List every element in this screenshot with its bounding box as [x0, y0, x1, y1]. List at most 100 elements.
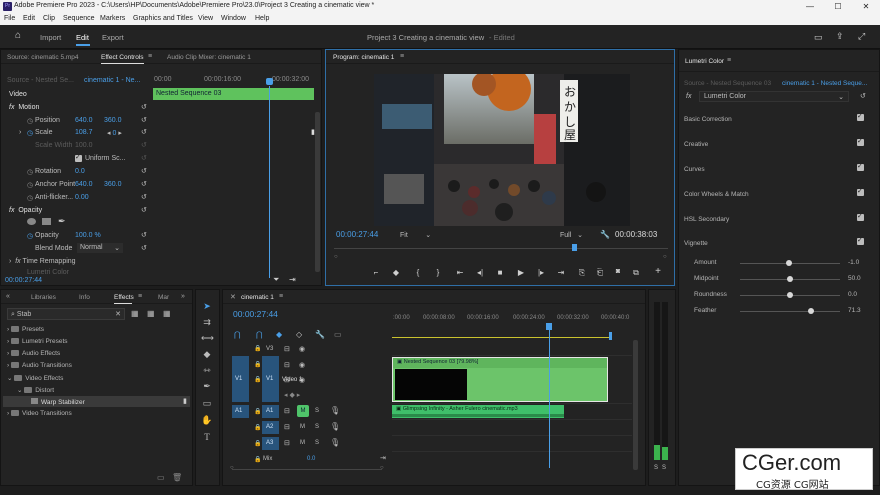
trash-icon[interactable]: 🗑 [172, 473, 182, 482]
add-button-icon[interactable]: + [652, 266, 664, 277]
menu-markers[interactable]: Markers [100, 15, 125, 22]
hsl-secondary-checkbox[interactable] [857, 212, 864, 221]
mark-in-button[interactable]: ⌐ [370, 268, 382, 277]
audio-clip[interactable]: ▣ Glimpsing Infinity - Asher Fulero cine… [392, 405, 564, 418]
microphone-icon[interactable]: 🎙 [330, 406, 340, 415]
zoom-handle-right-icon[interactable]: ○ [380, 465, 384, 471]
program-playhead[interactable] [572, 244, 577, 251]
lumetri-sequence-label[interactable]: cinematic 1 - Nested Seque... [782, 80, 867, 87]
zoom-scroll-left-icon[interactable]: ○ [334, 254, 338, 260]
ec-timecode[interactable]: 00:00:27:44 [5, 277, 42, 284]
ec-playhead-handle[interactable] [266, 78, 273, 85]
program-timecode[interactable]: 00:00:27:44 [336, 230, 378, 239]
tab-markers[interactable]: Mar [158, 294, 169, 301]
keyframe-nav-icons[interactable]: ◂ ◆ ▸ [284, 391, 300, 399]
section-color-wheels[interactable]: Color Wheels & Match [684, 191, 749, 198]
tab-lumetri[interactable]: Lumetri Color [685, 58, 724, 65]
ec-clip-bar[interactable]: Nested Sequence 03 [153, 88, 314, 100]
vignette-midpoint-value[interactable]: 50.0 [848, 275, 861, 282]
clear-search-icon[interactable]: ✕ [115, 310, 121, 318]
section-basic-correction[interactable]: Basic Correction [684, 116, 732, 123]
lumetri-effect-select[interactable]: Lumetri Color ⌄ [699, 91, 849, 102]
tab-import[interactable]: Import [40, 33, 61, 42]
tree-item-video-effects[interactable]: ⌄ Video Effects [7, 374, 63, 382]
lock-icon[interactable]: 🔒 [254, 456, 261, 463]
lock-icon[interactable]: 🔒 [254, 361, 261, 368]
menu-sequence[interactable]: Sequence [63, 15, 95, 22]
reset-icon[interactable]: ↺ [141, 180, 147, 188]
rotation-value[interactable]: 0.0 [75, 168, 85, 175]
menu-edit[interactable]: Edit [23, 15, 35, 22]
anchor-y-value[interactable]: 360.0 [104, 181, 122, 188]
lock-icon[interactable]: 🔒 [254, 440, 261, 447]
tree-item-presets[interactable]: › Presets [7, 326, 44, 333]
amount-slider-knob[interactable] [786, 260, 792, 266]
vignette-amount-value[interactable]: -1.0 [848, 259, 859, 266]
effects-search-input[interactable]: ⌕ Stab ✕ [7, 308, 125, 320]
fit-select[interactable]: Fit ⌄ [400, 231, 431, 239]
quality-select[interactable]: Full ⌄ [560, 231, 583, 239]
slip-tool-icon[interactable]: ⇿ [201, 364, 213, 376]
type-tool-icon[interactable]: T [201, 431, 213, 443]
reset-icon[interactable]: ↺ [141, 231, 147, 239]
panel-menu-icon[interactable]: ≡ [727, 57, 731, 64]
reset-icon[interactable]: ↺ [141, 116, 147, 124]
mute-button-a3[interactable]: M [300, 440, 305, 446]
ellipse-mask-icon[interactable] [27, 218, 36, 225]
panel-menu-icon[interactable]: ≡ [400, 53, 404, 60]
microphone-icon[interactable]: 🎙 [330, 438, 340, 447]
hand-tool-icon[interactable]: ✋ [201, 414, 213, 426]
share-icon[interactable]: ⇪ [836, 31, 844, 42]
tab-audio-clip-mixer[interactable]: Audio Clip Mixer: cinematic 1 [167, 54, 251, 61]
basic-correction-checkbox[interactable] [857, 112, 864, 121]
reset-icon[interactable]: ↺ [141, 244, 147, 252]
zoom-scroll-right-icon[interactable]: ○ [663, 254, 667, 260]
close-button[interactable]: ✕ [852, 0, 880, 13]
scale-value[interactable]: 108.7 [75, 129, 93, 136]
ec-scrollbar[interactable] [315, 112, 320, 272]
tree-item-audio-transitions[interactable]: › Audio Transitions [7, 362, 72, 369]
menu-clip[interactable]: Clip [43, 15, 55, 22]
opacity-section-row[interactable]: fx Opacity [9, 207, 42, 214]
mix-value[interactable]: 0.0 [307, 456, 315, 462]
tab-export[interactable]: Export [102, 33, 124, 42]
source-label[interactable]: Source - Nested Se... [7, 77, 74, 84]
lumetri-partial-row[interactable]: Lumetri Color [27, 269, 69, 276]
timeline-settings-icon[interactable]: 🔧 [315, 330, 325, 339]
solo-button-a3[interactable]: S [315, 440, 319, 446]
reset-icon[interactable]: ↺ [141, 103, 147, 111]
stopwatch-icon[interactable]: ◷ [27, 117, 33, 125]
feather-slider-track[interactable] [740, 311, 840, 312]
pen-mask-icon[interactable]: ✒ [58, 216, 66, 227]
accelerated-effects-icon[interactable]: ▦ [131, 309, 139, 318]
yuv-effects-icon[interactable]: ▦ [163, 309, 171, 318]
sync-lock-icon[interactable]: ⊟ [284, 345, 290, 353]
keyframe-nav[interactable]: ◂ 0 ▸ [107, 129, 122, 137]
program-scrub-bar[interactable] [334, 248, 668, 249]
vignette-feather-value[interactable]: 71.3 [848, 307, 861, 314]
stopwatch-active-icon[interactable]: ◷ [27, 129, 33, 137]
mark-in-brace-button[interactable]: { [412, 268, 424, 277]
section-curves[interactable]: Curves [684, 166, 705, 173]
section-creative[interactable]: Creative [684, 141, 708, 148]
feather-slider-knob[interactable] [808, 308, 814, 314]
reset-icon[interactable]: ↺ [141, 206, 147, 214]
panel-overflow-icon[interactable]: » [181, 293, 185, 300]
sync-lock-icon[interactable]: ⊟ [284, 423, 290, 431]
panel-menu-icon[interactable]: ≡ [279, 293, 283, 300]
stopwatch-icon[interactable]: ◷ [27, 168, 33, 176]
tab-source[interactable]: Source: cinematic 5.mp4 [7, 54, 79, 61]
linked-selection-icon[interactable]: ⋂ [256, 330, 263, 339]
timeline-zoom-bar[interactable] [232, 469, 382, 470]
lock-icon[interactable]: 🔒 [254, 408, 261, 415]
antiflicker-value[interactable]: 0.00 [75, 194, 89, 201]
solo-button-a2[interactable]: S [315, 424, 319, 430]
export-frame-icon[interactable]: ⇥ [289, 275, 296, 284]
creative-checkbox[interactable] [857, 137, 864, 146]
home-icon[interactable]: ⌂ [15, 30, 21, 41]
stopwatch-active-icon[interactable]: ◷ [27, 232, 33, 240]
sync-lock-icon[interactable]: ⊟ [284, 407, 290, 415]
meter-solo-right[interactable]: S [662, 465, 666, 471]
go-to-end-icon[interactable]: ⇥ [380, 454, 386, 462]
32bit-effects-icon[interactable]: ▦ [147, 309, 155, 318]
